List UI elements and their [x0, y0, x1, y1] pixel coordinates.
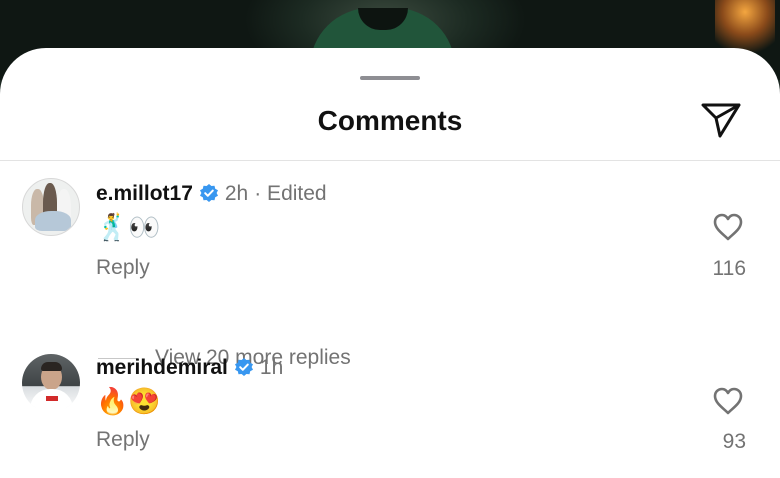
send-icon	[701, 103, 741, 138]
comment-header: e.millot17 2h · Edited	[96, 182, 327, 209]
edited-label: · Edited	[254, 182, 327, 205]
comment-text: 🔥😍	[96, 386, 161, 416]
avatar[interactable]	[22, 178, 80, 236]
avatar[interactable]	[22, 354, 80, 412]
comment-time: 2h	[224, 182, 249, 205]
comment-header: merihdemiral 1h	[96, 356, 283, 383]
header-divider	[0, 160, 780, 161]
sheet-title: Comments	[317, 105, 463, 136]
heart-icon	[713, 213, 743, 241]
like-count: 116	[712, 257, 746, 280]
verified-badge-icon	[199, 183, 219, 209]
comments-sheet: Comments e.millot17 2h · Edited 🕺👀 Reply 1…	[0, 48, 780, 478]
reply-button[interactable]: Reply	[96, 428, 150, 452]
like-count: 93	[722, 430, 746, 453]
like-button[interactable]	[712, 212, 746, 247]
comment-username[interactable]: merihdemiral	[96, 356, 228, 379]
comment-text: 🕺👀	[96, 212, 161, 242]
comment-username[interactable]: e.millot17	[96, 182, 193, 205]
sheet-grabber[interactable]	[360, 76, 420, 80]
comment-time: 1h	[259, 356, 284, 379]
reply-button[interactable]: Reply	[96, 256, 150, 280]
like-button[interactable]	[712, 386, 746, 421]
verified-badge-icon	[234, 357, 254, 383]
send-button[interactable]	[700, 100, 742, 140]
heart-icon	[713, 387, 743, 415]
